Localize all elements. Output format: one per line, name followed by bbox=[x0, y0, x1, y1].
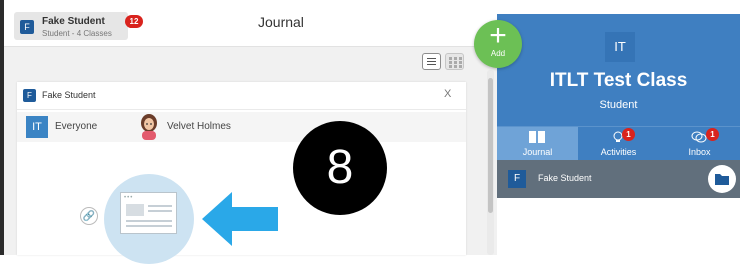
recipient-everyone[interactable]: Everyone bbox=[55, 121, 97, 132]
tab-label: Journal bbox=[522, 147, 553, 157]
tab-inbox[interactable]: 1 Inbox bbox=[659, 127, 740, 160]
user-name: Fake Student bbox=[42, 16, 105, 27]
group-avatar: IT bbox=[26, 116, 48, 138]
tab-activities[interactable]: 1 Activities bbox=[578, 127, 659, 160]
journal-icon bbox=[529, 131, 545, 143]
tab-label: Activities bbox=[600, 147, 637, 157]
step-number-badge: 8 bbox=[293, 121, 387, 215]
author-avatar: F bbox=[23, 89, 36, 102]
scrollbar-thumb[interactable] bbox=[488, 78, 493, 213]
activities-badge: 1 bbox=[622, 128, 635, 141]
recipient-teacher[interactable]: Velvet Holmes bbox=[167, 121, 231, 132]
class-panel: IT ITLT Test Class Student Journal 1 Act… bbox=[497, 0, 740, 255]
post-author-row: F Fake Student X bbox=[17, 82, 466, 110]
close-button[interactable]: X bbox=[444, 88, 451, 100]
folder-icon bbox=[715, 174, 729, 185]
top-bar: F Fake Student Student - 4 Classes 12 Jo… bbox=[4, 0, 497, 47]
tab-label: Inbox bbox=[688, 147, 711, 157]
tab-journal[interactable]: Journal bbox=[497, 127, 578, 160]
link-icon[interactable]: 🔗 bbox=[80, 207, 98, 225]
user-avatar: F bbox=[20, 20, 34, 34]
class-header: IT ITLT Test Class Student bbox=[497, 14, 740, 126]
page-title: Journal bbox=[258, 14, 304, 30]
class-role: Student bbox=[599, 99, 638, 111]
user-subtitle: Student - 4 Classes bbox=[42, 29, 112, 38]
class-tabs: Journal 1 Activities 1 Inbox bbox=[497, 126, 740, 160]
student-avatar: F bbox=[508, 170, 526, 188]
arrow-left-icon bbox=[202, 192, 278, 246]
new-post-card: F Fake Student X IT Everyone Velvet Holm… bbox=[17, 82, 466, 264]
class-name: ITLT Test Class bbox=[549, 70, 688, 91]
teacher-avatar-icon bbox=[141, 114, 157, 140]
list-view-button[interactable] bbox=[422, 53, 441, 70]
list-line bbox=[427, 58, 436, 59]
user-switcher[interactable]: F Fake Student Student - 4 Classes 12 bbox=[14, 12, 143, 40]
media-placeholder-icon: ••• bbox=[120, 192, 177, 234]
plus-icon: + bbox=[489, 19, 507, 52]
student-row[interactable]: F Fake Student bbox=[497, 160, 740, 198]
add-label: Add bbox=[490, 49, 506, 58]
chat-bubbles-icon bbox=[691, 131, 707, 143]
grid-view-button[interactable] bbox=[445, 53, 464, 70]
journal-area: F Fake Student Student - 4 Classes 12 Jo… bbox=[4, 0, 497, 264]
folder-button[interactable] bbox=[708, 165, 736, 193]
notification-badge[interactable]: 12 bbox=[125, 15, 143, 28]
class-avatar: IT bbox=[605, 32, 635, 62]
list-line bbox=[427, 64, 436, 65]
add-button[interactable]: + Add bbox=[474, 20, 522, 68]
author-name: Fake Student bbox=[42, 90, 96, 100]
inbox-badge: 1 bbox=[706, 128, 719, 141]
recipients-row: IT Everyone Velvet Holmes bbox=[17, 112, 466, 142]
student-name: Fake Student bbox=[538, 173, 592, 183]
list-line bbox=[427, 61, 436, 62]
